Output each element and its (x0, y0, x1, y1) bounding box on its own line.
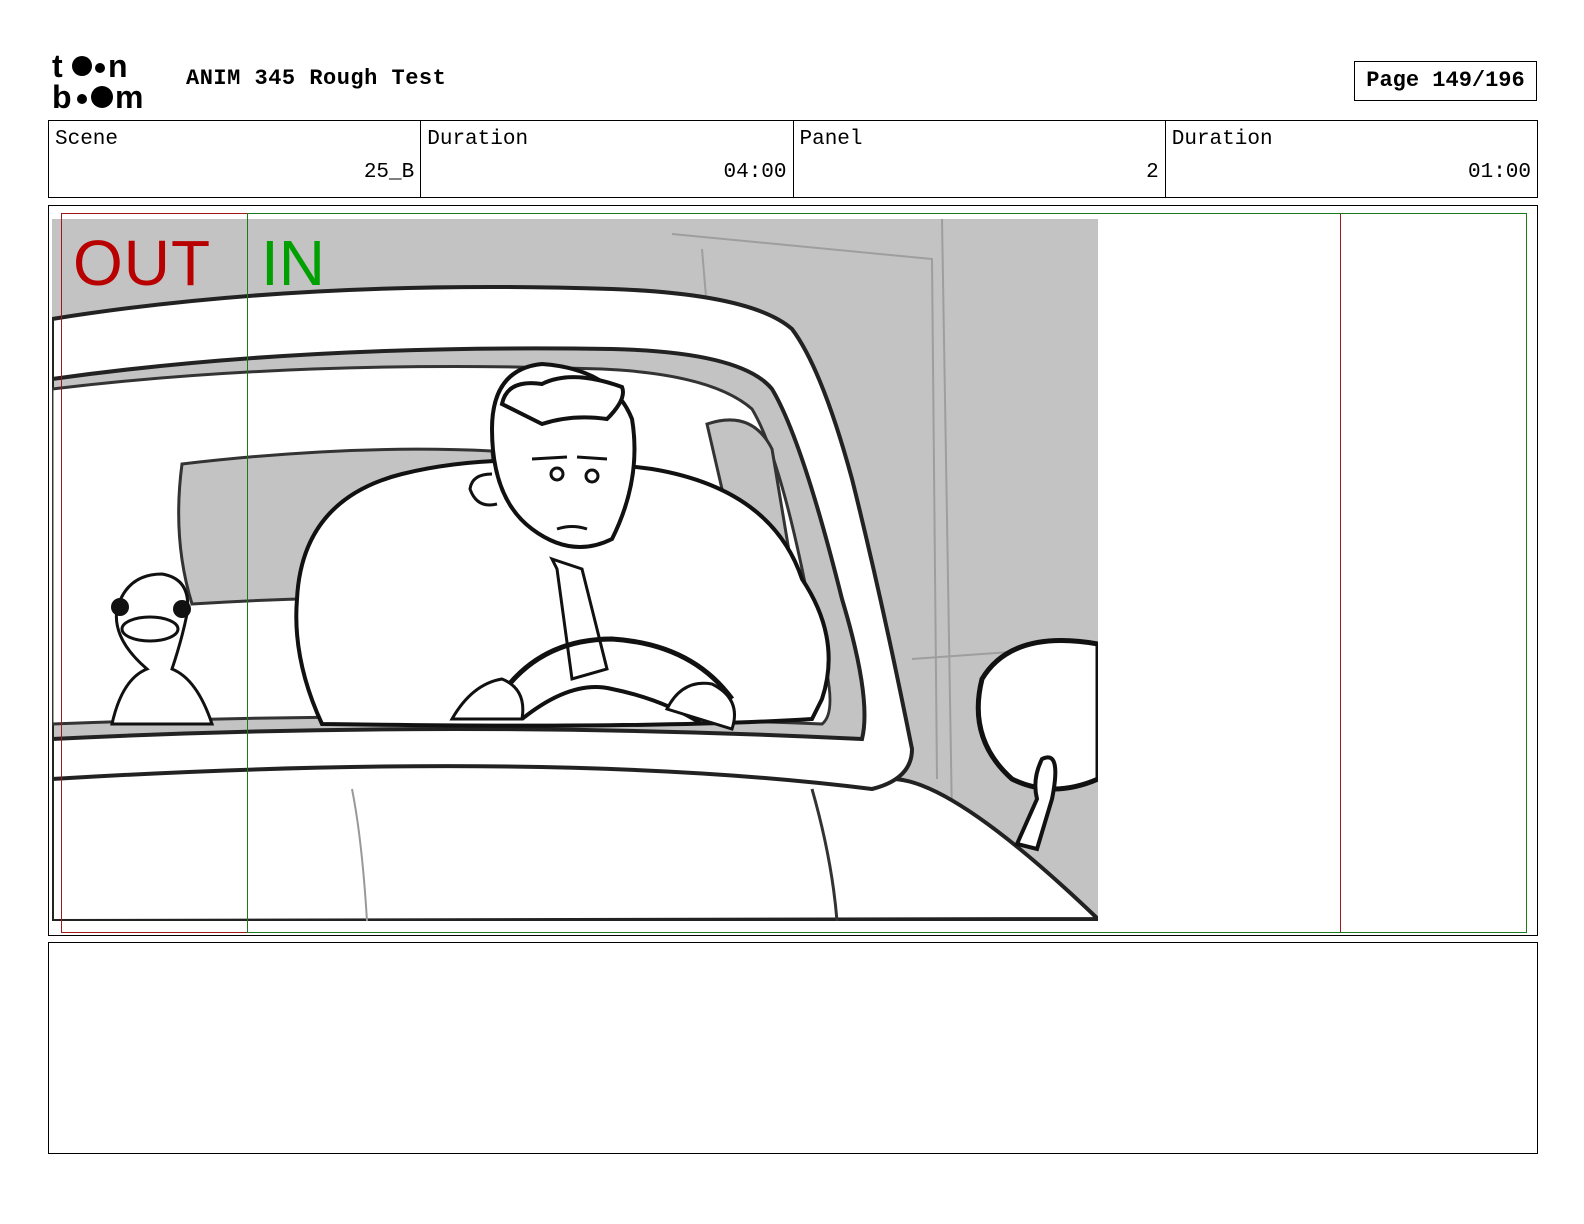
document-title: ANIM 345 Rough Test (186, 66, 447, 91)
panel-value: 2 (1146, 161, 1159, 184)
scene-duration-label: Duration (427, 128, 529, 151)
svg-text:b: b (52, 79, 72, 112)
toon-boom-logo: t n b m (52, 50, 143, 112)
scene-value: 25_B (363, 161, 415, 184)
panel-notes-box (48, 942, 1538, 1154)
scene-cell: Scene 25_B (49, 121, 422, 197)
scene-duration-value: 04:00 (723, 161, 787, 184)
panel-label: Panel (799, 128, 863, 151)
camera-in-label: IN (261, 227, 325, 299)
camera-out-label: OUT (73, 227, 212, 299)
storyboard-panel: OUT IN (48, 205, 1538, 936)
scene-label: Scene (55, 128, 119, 151)
page-indicator: Page 149/196 (1354, 61, 1537, 101)
panel-duration-label: Duration (1171, 128, 1273, 151)
scene-duration-cell: Duration 04:00 (421, 121, 794, 197)
panel-duration-value: 01:00 (1467, 161, 1531, 184)
scene-info-table: Scene 25_B Duration 04:00 Panel 2 Durati… (48, 120, 1538, 198)
panel-cell: Panel 2 (794, 121, 1166, 197)
camera-field-in (247, 213, 1527, 933)
panel-duration-cell: Duration 01:00 (1166, 121, 1537, 197)
svg-text:m: m (115, 79, 143, 112)
